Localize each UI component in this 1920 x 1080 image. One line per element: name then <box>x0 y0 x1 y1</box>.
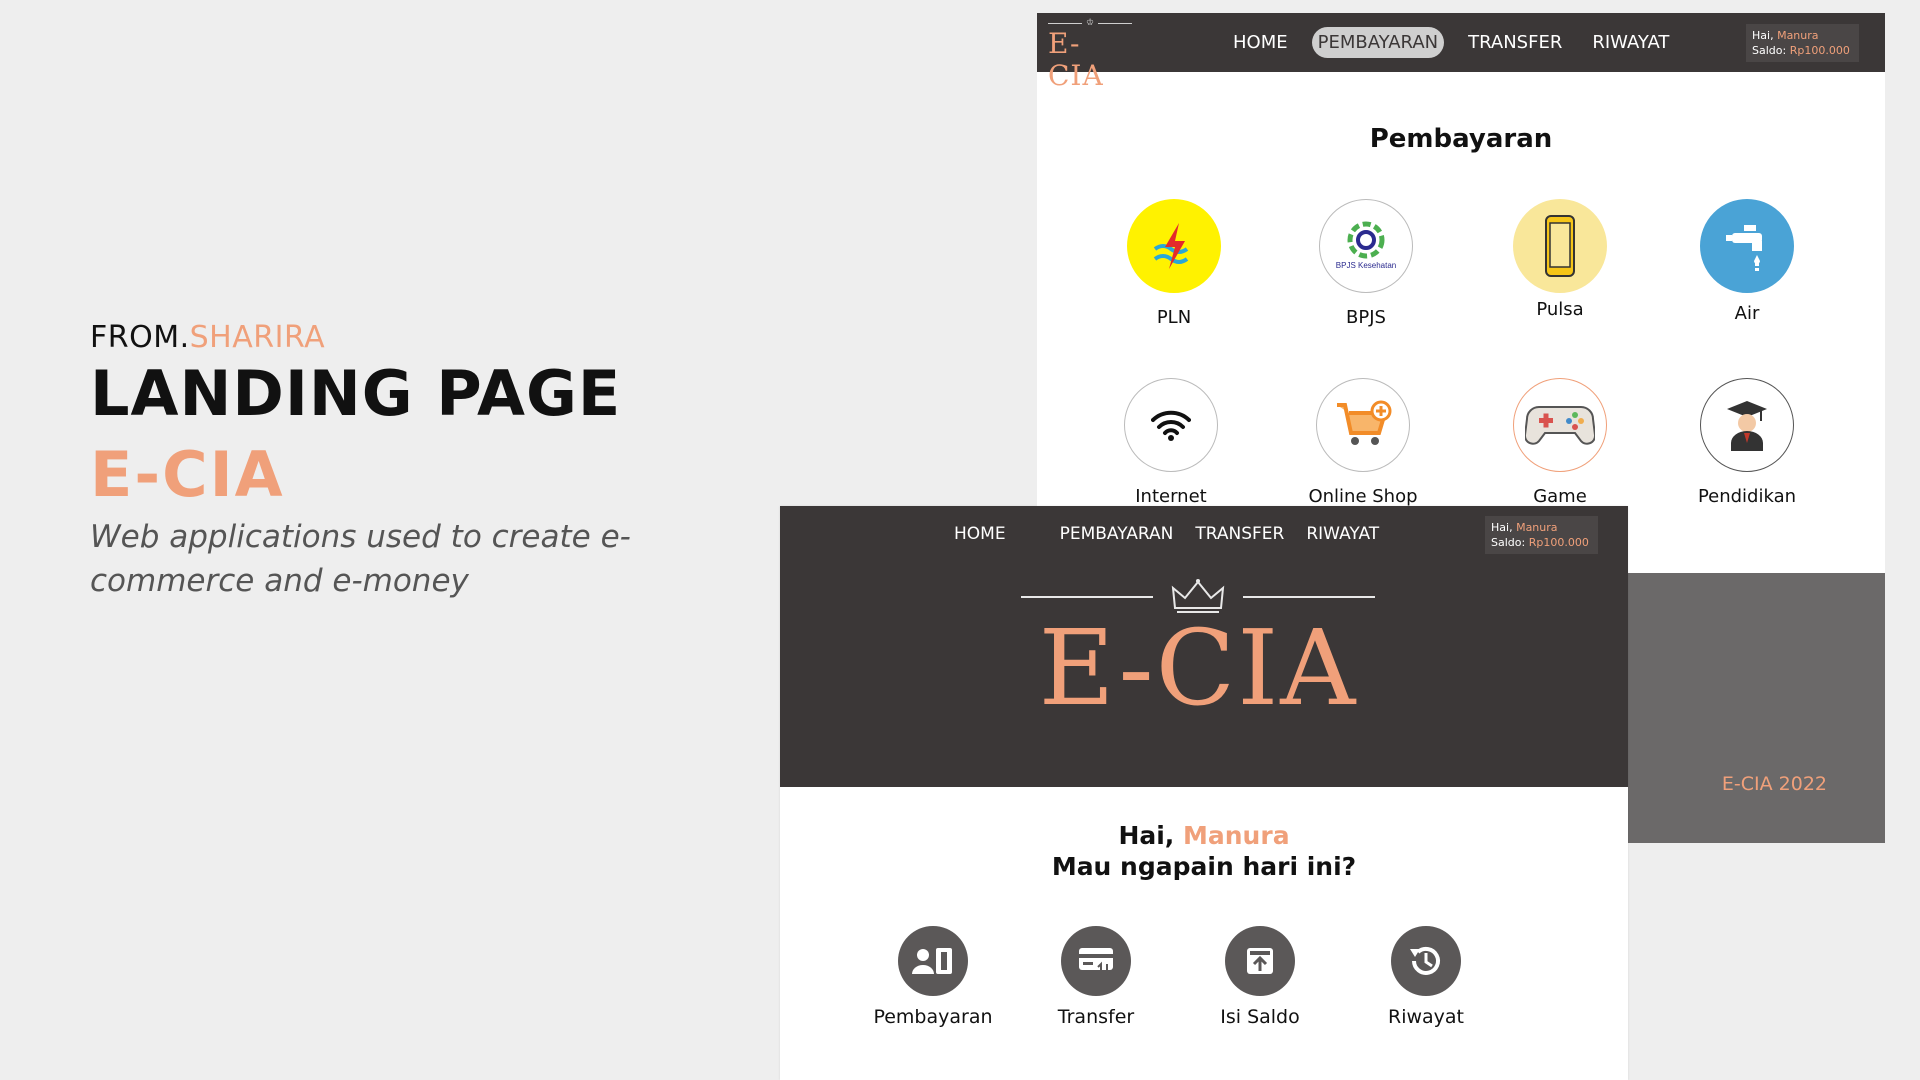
navbar-logo[interactable]: ♔ E-CIA <box>1048 18 1133 92</box>
home-navbar: HOME PEMBAYARAN TRANSFER RIWAYAT <box>948 519 1385 549</box>
payment-item-label: Pendidikan <box>1697 486 1797 507</box>
action-label: Pembayaran <box>873 1006 993 1028</box>
payment-item-pln[interactable]: PLN <box>1104 199 1244 328</box>
payment-item-label: Internet <box>1135 486 1207 507</box>
hero-logo-text: E-CIA <box>1038 607 1358 729</box>
svg-text:BPJS Kesehatan: BPJS Kesehatan <box>1336 261 1396 270</box>
hero-logo: E-CIA <box>1018 578 1378 724</box>
payment-navbar: ♔ E-CIA HOME PEMBAYARAN TRANSFER RIWAYAT… <box>1037 13 1885 92</box>
user-name: Manura <box>1777 29 1819 42</box>
water-tap-icon <box>1700 199 1794 293</box>
nav-transfer[interactable]: TRANSFER <box>1462 27 1568 58</box>
top-up-icon <box>1225 926 1295 996</box>
payment-item-pendidikan[interactable]: Pendidikan <box>1677 378 1817 507</box>
transfer-icon <box>1061 926 1131 996</box>
action-isi-saldo[interactable]: Isi Saldo <box>1185 926 1335 1028</box>
payment-item-label: Air <box>1734 303 1760 324</box>
from-prefix: FROM. <box>90 320 190 355</box>
home-greeting: Hai, Manura Mau ngapain hari ini? <box>780 820 1628 882</box>
intro-heading: LANDING PAGE <box>90 357 622 430</box>
gamepad-icon <box>1513 378 1607 472</box>
user-greeting: Hai, <box>1491 521 1513 534</box>
graduate-icon <box>1700 378 1794 472</box>
user-saldo-box[interactable]: Hai, Manura Saldo: Rp100.000 <box>1746 24 1859 62</box>
saldo-value: Rp100.000 <box>1528 536 1589 549</box>
greeting-question: Mau ngapain hari ini? <box>1051 852 1357 881</box>
action-transfer[interactable]: Transfer <box>1021 926 1171 1028</box>
home-page-window: HOME PEMBAYARAN TRANSFER RIWAYAT Hai, Ma… <box>780 506 1628 1080</box>
payment-item-online-shop[interactable]: Online Shop <box>1293 378 1433 507</box>
payment-item-label: Online Shop <box>1308 486 1418 507</box>
payment-item-game[interactable]: Game <box>1490 378 1630 507</box>
author-name: SHARIRA <box>189 320 326 355</box>
greeting-prefix: Hai, <box>1118 821 1175 850</box>
nav-riwayat[interactable]: RIWAYAT <box>1586 27 1675 58</box>
logo-text: E-CIA <box>1048 27 1104 92</box>
action-pembayaran[interactable]: Pembayaran <box>858 926 1008 1028</box>
nav-pembayaran[interactable]: PEMBAYARAN <box>1054 519 1180 549</box>
intro-app-name: E-CIA <box>90 438 285 511</box>
phone-icon <box>1513 199 1607 293</box>
intro-section: FROM.SHARIRA LANDING PAGE E-CIA Web appl… <box>90 320 770 603</box>
nav-home[interactable]: HOME <box>1227 27 1294 58</box>
nav-pembayaran[interactable]: PEMBAYARAN <box>1311 27 1445 58</box>
lightning-icon <box>1127 199 1221 293</box>
user-greeting: Hai, <box>1752 29 1774 42</box>
author-line: FROM.SHARIRA <box>90 320 770 355</box>
wifi-icon <box>1124 378 1218 472</box>
nav-home[interactable]: HOME <box>948 519 1012 549</box>
saldo-label: Saldo: <box>1491 536 1526 549</box>
payment-card-icon <box>898 926 968 996</box>
shopping-cart-icon <box>1316 378 1410 472</box>
payment-item-label: PLN <box>1156 307 1192 328</box>
home-hero: HOME PEMBAYARAN TRANSFER RIWAYAT Hai, Ma… <box>780 506 1628 787</box>
nav-transfer[interactable]: TRANSFER <box>1189 519 1290 549</box>
nav-riwayat[interactable]: RIWAYAT <box>1300 519 1385 549</box>
user-saldo-box[interactable]: Hai, Manura Saldo: Rp100.000 <box>1485 516 1598 554</box>
payment-item-label: Game <box>1533 486 1587 507</box>
payment-item-pulsa[interactable]: Pulsa <box>1490 199 1630 320</box>
payment-item-air[interactable]: Air <box>1677 199 1817 324</box>
bpjs-logo-icon: BPJS Kesehatan <box>1319 199 1413 293</box>
saldo-label: Saldo: <box>1752 44 1787 57</box>
payment-item-label: Pulsa <box>1536 299 1584 320</box>
action-label: Riwayat <box>1388 1006 1464 1028</box>
payment-item-bpjs[interactable]: BPJS Kesehatan BPJS <box>1296 199 1436 328</box>
footer-copyright: E-CIA 2022 <box>1721 773 1827 795</box>
user-name: Manura <box>1516 521 1558 534</box>
action-label: Isi Saldo <box>1220 1006 1300 1028</box>
action-label: Transfer <box>1057 1006 1135 1028</box>
history-icon <box>1391 926 1461 996</box>
greeting-name: Manura <box>1183 821 1290 850</box>
intro-description: Web applications used to create e-commer… <box>90 519 631 599</box>
action-riwayat[interactable]: Riwayat <box>1351 926 1501 1028</box>
payment-item-internet[interactable]: Internet <box>1101 378 1241 507</box>
saldo-value: Rp100.000 <box>1789 44 1850 57</box>
page-title: Pembayaran <box>1369 124 1553 154</box>
payment-item-label: BPJS <box>1346 307 1386 328</box>
